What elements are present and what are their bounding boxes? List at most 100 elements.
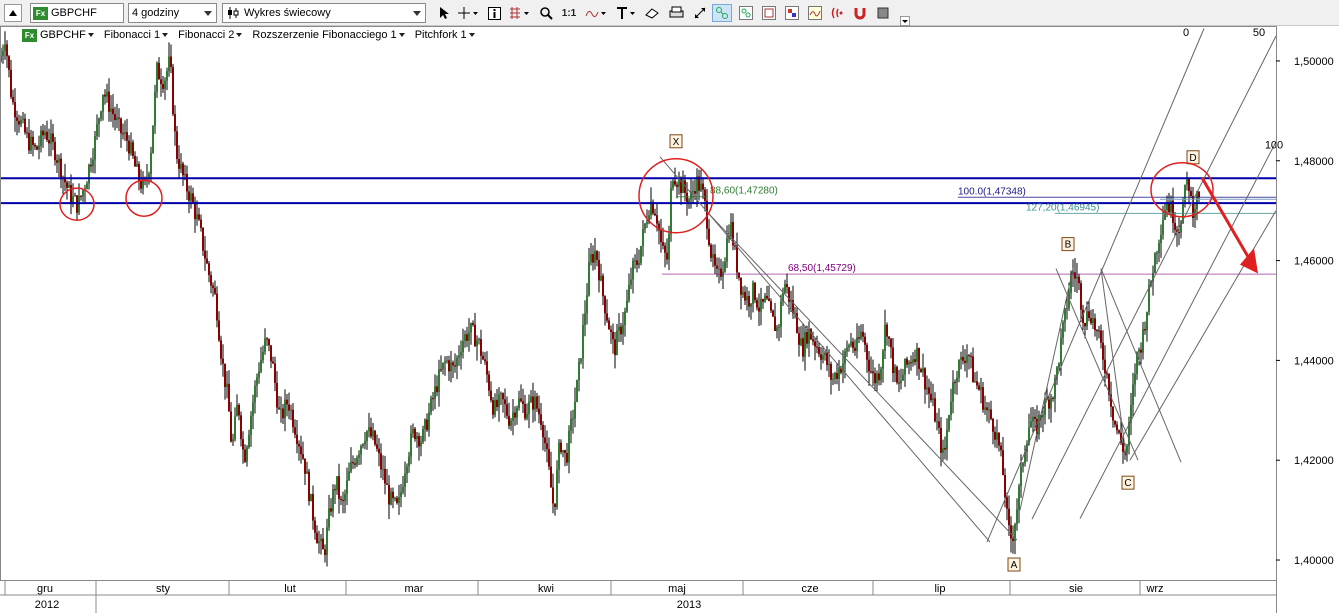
print-icon[interactable] — [666, 4, 688, 22]
candle-body — [1134, 373, 1136, 385]
price-chart[interactable]: 88,60(1,47280) 68,50(1,45729) 100.0(1,4734… — [0, 26, 1339, 613]
candle — [956, 370, 958, 395]
candle — [666, 238, 668, 265]
candle-body — [1066, 308, 1068, 310]
pattern-tool-icon[interactable] — [712, 4, 732, 22]
candle-body — [1126, 445, 1128, 453]
candle-body — [816, 346, 818, 348]
crosshair-tool-icon[interactable] — [456, 4, 480, 22]
candle — [600, 263, 602, 282]
candle — [544, 425, 546, 452]
pitchfork-line — [986, 28, 1205, 543]
candle — [80, 195, 82, 201]
candle-body — [196, 214, 198, 220]
candle — [630, 267, 632, 290]
candle — [1062, 320, 1064, 345]
candle — [1018, 483, 1020, 524]
candle-body — [624, 311, 626, 326]
candle-body — [50, 133, 52, 144]
month-label: mar — [405, 583, 424, 595]
candle — [132, 139, 134, 159]
candle — [368, 412, 370, 438]
candle-body — [264, 338, 266, 352]
candle-body — [2, 51, 4, 57]
candle-body — [818, 347, 820, 355]
candle-body — [528, 401, 530, 414]
candle — [966, 344, 968, 378]
signal-icon[interactable] — [829, 4, 845, 22]
magnet-icon[interactable] — [851, 4, 869, 22]
panel-wave-icon[interactable] — [806, 4, 824, 22]
candle-body — [872, 371, 874, 374]
zoom-reset-button[interactable]: 1:1 — [559, 4, 579, 22]
candle-body — [702, 183, 704, 190]
candle — [468, 318, 470, 352]
candle-body — [984, 407, 986, 410]
candle-body — [52, 133, 54, 142]
candle — [428, 402, 430, 437]
candle-body — [988, 409, 990, 411]
candle-body — [1086, 311, 1088, 327]
chart-type-select[interactable]: Wykres świecowy — [222, 3, 426, 23]
zoom-icon[interactable] — [538, 4, 554, 22]
pattern-point-text: C — [1124, 478, 1131, 489]
candle — [636, 247, 638, 273]
candle-body — [54, 141, 56, 161]
candle — [22, 111, 24, 124]
candle — [1090, 309, 1092, 325]
candle-body — [826, 352, 828, 365]
candle-body — [772, 310, 774, 317]
candle — [364, 432, 366, 450]
grid-tool-icon[interactable] — [507, 4, 533, 22]
info-tool-icon[interactable] — [486, 4, 502, 22]
candle — [360, 444, 362, 465]
panel-pattern-icon[interactable] — [737, 4, 755, 22]
eraser-icon[interactable] — [643, 4, 661, 22]
interval-select[interactable]: 4 godziny — [128, 3, 217, 23]
candle-body — [566, 452, 568, 463]
candle-body — [192, 193, 194, 203]
candle — [924, 367, 926, 404]
candle-body — [294, 427, 296, 435]
candle-body — [828, 364, 830, 366]
indicator-tool-icon[interactable] — [584, 4, 608, 22]
candle-body — [596, 251, 598, 260]
candle-body — [998, 432, 1000, 446]
candle-body — [96, 123, 98, 137]
candle — [254, 380, 256, 414]
month-label: sie — [1069, 583, 1083, 595]
candle — [436, 375, 438, 397]
candle — [862, 324, 864, 343]
expand-arrows-icon[interactable] — [691, 4, 709, 22]
panel-grid-icon[interactable] — [783, 4, 801, 22]
candle-body — [48, 140, 50, 144]
pattern-line — [705, 210, 1018, 541]
candle — [76, 195, 78, 221]
pointer-tool-icon[interactable] — [436, 4, 452, 22]
candle-body — [582, 325, 584, 359]
collapse-up-icon[interactable] — [4, 4, 22, 22]
text-tool-icon[interactable] — [614, 4, 638, 22]
candle — [90, 157, 92, 173]
month-label: lut — [284, 583, 296, 595]
candle-body — [330, 508, 332, 512]
pitchfork-label: 50 — [1253, 27, 1265, 39]
candle — [698, 169, 700, 201]
candle — [552, 473, 554, 514]
candle — [864, 332, 866, 353]
stop-icon[interactable] — [875, 4, 891, 22]
candle-body — [324, 549, 326, 555]
candle — [486, 351, 488, 383]
candle-body — [742, 291, 744, 295]
candle — [724, 257, 726, 273]
pattern-line — [1019, 268, 1074, 511]
symbol-field[interactable]: Fx GBPCHF — [30, 3, 124, 23]
panel-layout-icon[interactable] — [760, 4, 778, 22]
candle — [1144, 321, 1146, 335]
pitchfork-line — [1129, 210, 1277, 461]
candle-body — [730, 221, 732, 237]
candle — [584, 300, 586, 337]
candle-body — [848, 345, 850, 348]
candle — [324, 544, 326, 563]
candle-body — [544, 437, 546, 444]
